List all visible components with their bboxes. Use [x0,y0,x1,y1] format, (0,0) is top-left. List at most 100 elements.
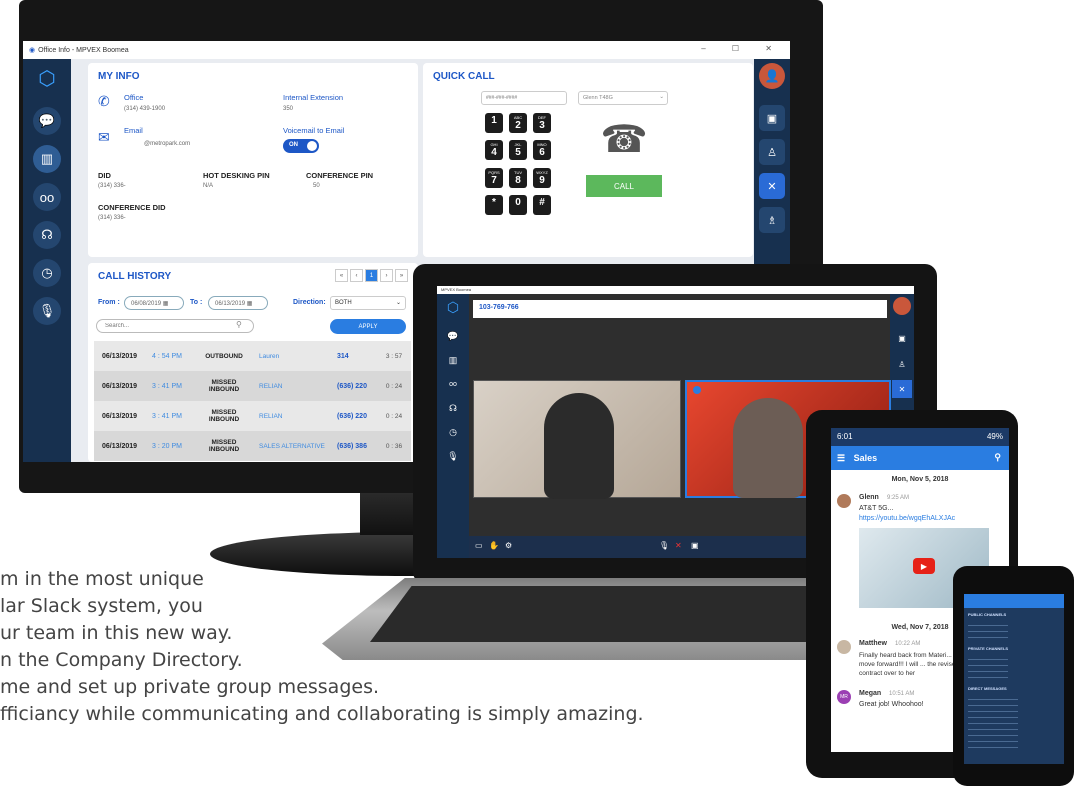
play-icon[interactable]: ▶ [913,558,935,574]
close-icon[interactable]: ✕ [892,380,912,398]
chevron-down-icon: ⌄ [659,94,664,100]
my-info-panel: MY INFO ✆ Office (314) 439-1900 Internal… [88,63,418,257]
avatar [837,640,851,654]
table-row[interactable]: 06/13/2019 3 : 41 PM MISSED INBOUND RELIAN (… [94,401,411,431]
keypad-key[interactable]: MNO 6 [533,140,551,161]
avatar [837,494,851,508]
keypad-key[interactable]: 1 [485,113,503,133]
keypad-key[interactable]: JKL 5 [509,140,527,161]
office-info-icon[interactable]: ▥ [445,352,461,368]
tablet-header: ☰ Sales ⚲ [831,446,1009,470]
search-input[interactable] [96,319,254,333]
chevron-down-icon: ⌄ [395,300,401,306]
message-link[interactable]: https://youtu.be/wgqEhALXJAc [859,515,955,522]
key-digit: 7 [491,174,497,186]
direction-select[interactable]: BOTH ⌄ [330,296,406,310]
toggle-knob [307,141,317,151]
key-digit: * [492,196,496,208]
settings-icon[interactable]: ⚙ [505,541,512,550]
call-button[interactable]: CALL [586,175,662,197]
table-row[interactable]: 06/13/2019 3 : 20 PM MISSED INBOUND SALES A… [94,431,411,461]
to-label: To : [190,299,203,306]
participant-silhouette [544,393,614,499]
page-button[interactable]: › [380,269,393,282]
keypad-key[interactable]: DEF 3 [533,113,551,133]
toggle-label: ON [289,142,298,148]
page-button[interactable]: » [395,269,408,282]
office-info-icon[interactable]: ▥ [33,145,61,173]
quick-call-title: QUICK CALL [433,71,495,82]
from-date-input[interactable]: 06/08/2019 ▦ [124,296,184,310]
keypad-key[interactable]: PQRS 7 [485,167,503,188]
channel-name[interactable]: Sales [854,453,878,463]
mute-icon[interactable]: 🎙 [659,541,669,550]
section-private-channels: PRIVATE CHANNELS [968,646,1009,651]
person-icon[interactable]: ♙ [894,356,910,372]
microphone-icon[interactable]: 🎙 [33,297,61,325]
from-label: From : [98,299,120,306]
chat-icon[interactable]: 💬 [33,107,61,135]
key-digit: 3 [539,120,545,131]
page-button[interactable]: ‹ [350,269,363,282]
hangup-icon[interactable]: ✕ [675,541,682,550]
device-select[interactable]: Glenn T48G ⌄ [578,91,668,105]
chat-icon[interactable]: 💬 [445,328,461,344]
user-avatar[interactable] [893,297,911,315]
page-button[interactable]: « [335,269,348,282]
contact-card-icon[interactable]: ▣ [894,330,910,346]
headset-icon[interactable]: ☊ [445,400,461,416]
table-row[interactable]: 06/13/2019 3 : 41 PM MISSED INBOUND RELIAN (… [94,371,411,401]
voicemail-icon[interactable]: ᴏᴏ [33,183,61,211]
keypad-key[interactable]: * [485,194,503,215]
headset-icon[interactable]: ☊ [33,221,61,249]
raise-hand-icon[interactable]: ✋ [489,541,499,550]
keypad-key[interactable]: # [533,194,551,215]
page-button[interactable]: 1 [365,269,378,282]
apply-button[interactable]: APPLY [330,319,406,334]
phone-number-input[interactable] [481,91,567,105]
phone-icon: ✆ [98,93,110,109]
direct-message-list [968,694,1018,752]
to-date-input[interactable]: 06/13/2019 ▦ [208,296,268,310]
history-icon[interactable]: ◷ [445,424,461,440]
key-digit: 6 [539,147,545,159]
cell-time: 3 : 41 PM [152,382,182,390]
keypad-key[interactable]: WXYZ 9 [533,167,551,188]
key-digit: 4 [491,147,497,159]
keypad-key[interactable]: 0 [509,194,527,215]
cell-date: 06/13/2019 [102,352,138,360]
office-value: (314) 439-1900 [124,106,166,112]
person-icon[interactable]: ♙ [759,139,785,165]
contact-card-icon[interactable]: ▣ [759,105,785,131]
keypad-key[interactable]: TUV 8 [509,167,527,188]
group-icon[interactable]: ♗ [759,207,785,233]
user-avatar[interactable]: 👤 [759,63,785,89]
cell-num: (636) 220 [337,412,367,420]
window-controls[interactable]: – ☐ ✕ [701,44,784,53]
my-info-title: MY INFO [98,71,140,82]
video-camera-icon[interactable]: ▣ [691,541,699,550]
keypad-key[interactable]: ABC 2 [509,113,527,133]
table-row[interactable]: 06/13/2019 4 : 54 PM OUTBOUND Lauren 314 3 : … [94,341,411,371]
microphone-icon[interactable]: 🎙 [445,448,461,464]
menu-icon[interactable]: ☰ [837,453,845,463]
did-label: DID [98,171,111,180]
key-digit: 2 [515,120,521,131]
voicemail-email-toggle[interactable]: ON [283,139,319,153]
avatar: MR [837,690,851,704]
battery-level: 49% [986,432,1003,441]
cell-name: RELIAN [259,412,283,420]
voicemail-icon[interactable]: ᴏᴏ [445,376,461,392]
hot-desking-label: HOT DESKING PIN [203,171,270,180]
history-icon[interactable]: ◷ [33,259,61,287]
voicemail-email-label: Voicemail to Email [283,126,345,135]
search-icon[interactable]: ⚲ [994,452,1001,463]
keypad-key[interactable]: GHI 4 [485,140,503,161]
hot-desking-value: N/A [203,183,214,189]
channel-list [968,654,1008,682]
boomea-logo-icon: ⬡ [38,67,56,90]
screen-share-icon[interactable]: ▭ [475,541,483,550]
phone-app-screen: PUBLIC CHANNELS PRIVATE CHANNELS DIRECT … [964,594,1064,764]
close-icon[interactable]: ✕ [759,173,785,199]
conference-did-label: CONFERENCE DID [98,203,166,212]
